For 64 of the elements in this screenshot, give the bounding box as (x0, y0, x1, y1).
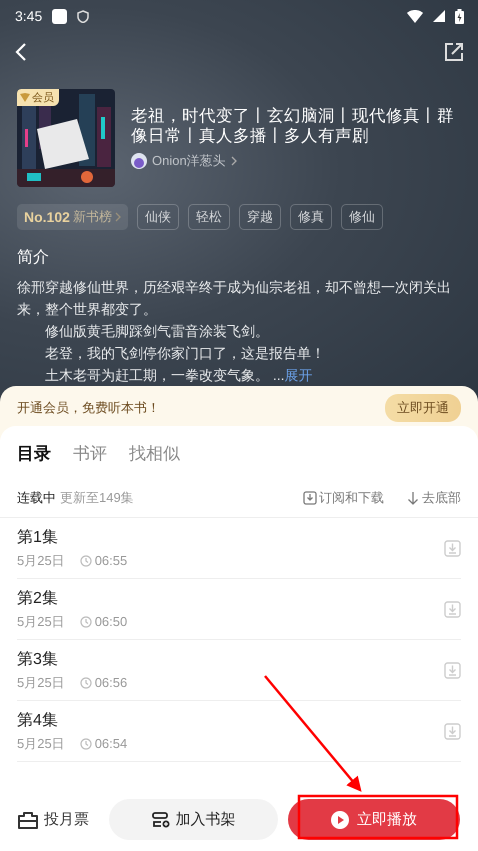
tab[interactable]: 书评 (73, 442, 107, 469)
synopsis-line: 修仙版黄毛脚踩剑气雷音涂装飞剑。 (44, 322, 270, 341)
wifi-icon (407, 10, 423, 22)
clock-icon (80, 554, 92, 566)
diamond-icon (20, 93, 30, 102)
synopsis-line: 徐邢穿越修仙世界，历经艰辛终于成为仙宗老祖，却不曾想一次闭关出来，整个世界都变了。 (17, 278, 452, 319)
genre-tag[interactable]: 轻松 (188, 204, 230, 230)
rank-chip[interactable]: No.102 新书榜 (17, 204, 128, 230)
notification-icon (52, 8, 68, 24)
episode-title[interactable]: 第2集 (17, 588, 444, 608)
download-icon (303, 491, 317, 505)
episode-duration: 06:54 (94, 736, 128, 751)
member-badge: 会员 (17, 89, 59, 106)
avatar-icon (131, 153, 147, 169)
vote-button[interactable]: 投月票 (17, 810, 99, 830)
add-to-shelf-button[interactable]: 加入书架 (109, 799, 278, 840)
genre-tag[interactable]: 穿越 (238, 204, 281, 230)
battery-icon (455, 8, 464, 24)
share-icon[interactable] (444, 42, 464, 62)
download-icon[interactable] (444, 600, 461, 618)
episode-date: 5月25日 (17, 674, 65, 692)
section-heading: 简介 (16, 248, 50, 268)
download-icon[interactable] (444, 540, 461, 556)
clock-icon (80, 616, 92, 628)
chevron-icon (230, 156, 237, 166)
genre-tag[interactable]: 修仙 (340, 204, 383, 230)
synopsis-line: 土木老哥为赶工期，一拳改变气象。 ...展开 (44, 366, 314, 385)
back-icon[interactable] (14, 42, 28, 62)
episode-duration: 06:50 (94, 614, 128, 629)
episode-duration: 06:55 (94, 553, 128, 568)
episode-duration: 06:56 (94, 675, 128, 690)
serial-status: 连载中 (17, 489, 56, 507)
subscribe-button[interactable]: 立即开通 (385, 394, 461, 422)
genre-tag[interactable]: 仙侠 (136, 204, 179, 230)
chevron-icon (114, 212, 121, 222)
download-icon[interactable] (444, 722, 461, 740)
episode-date: 5月25日 (17, 734, 65, 752)
episode-title[interactable]: 第3集 (17, 648, 444, 670)
play-button[interactable]: 立即播放 (288, 799, 460, 840)
book-title: 老祖，时代变了丨玄幻脑洞丨现代修真丨群像日常丨真人多播丨多人有声剧 (131, 106, 455, 146)
download-button[interactable]: 订阅和下载 (303, 489, 384, 507)
clock-icon (80, 676, 92, 688)
synopsis-line: 老登，我的飞剑停你家门口了，这是报告单！ (44, 344, 326, 363)
genre-tag[interactable]: 修真 (290, 204, 332, 230)
update-count: 更新至149集 (60, 489, 134, 507)
signal-icon (433, 10, 445, 22)
download-icon[interactable] (444, 662, 461, 678)
clock-icon (80, 738, 92, 750)
down-arrow-icon (406, 491, 420, 505)
play-icon (331, 810, 349, 828)
shield-icon (77, 10, 90, 22)
promo-text: 开通会员，免费听本书！ (17, 399, 160, 417)
author-name[interactable]: Onion洋葱头 (152, 152, 226, 170)
episode-title[interactable]: 第4集 (17, 710, 444, 730)
jump-button[interactable]: 去底部 (406, 489, 461, 507)
ticket-icon (17, 810, 39, 830)
clock-time: 3:45 (15, 8, 42, 24)
tab[interactable]: 找相似 (129, 442, 180, 469)
episode-title[interactable]: 第1集 (17, 526, 444, 548)
shelf-add-icon (152, 812, 170, 828)
expand-link[interactable]: 展开 (284, 367, 313, 383)
tab[interactable]: 目录 (17, 442, 51, 469)
episode-date: 5月25日 (17, 552, 65, 570)
episode-date: 5月25日 (17, 612, 65, 630)
